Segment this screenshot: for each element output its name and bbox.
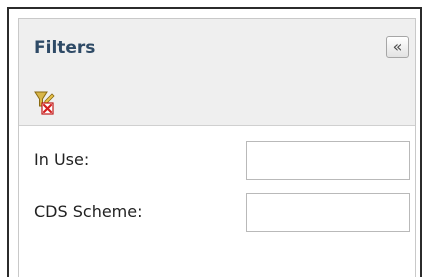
filters-panel: Filters « In Use: CDS Scheme: — [18, 18, 416, 277]
in-use-label: In Use: — [34, 150, 90, 169]
clear-filters-button[interactable] — [33, 90, 59, 116]
cds-scheme-label: CDS Scheme: — [34, 202, 143, 221]
clear-filter-icon — [34, 91, 55, 115]
filter-toolbar — [19, 80, 415, 126]
in-use-input[interactable] — [246, 141, 410, 180]
filter-row-in-use: In Use: — [19, 138, 415, 182]
double-chevron-left-icon: « — [392, 37, 403, 56]
panel-header: Filters « — [19, 19, 415, 81]
panel-title: Filters — [34, 38, 96, 58]
collapse-button[interactable]: « — [386, 36, 409, 58]
filter-row-cds-scheme: CDS Scheme: — [19, 190, 415, 234]
cds-scheme-input[interactable] — [246, 193, 410, 232]
